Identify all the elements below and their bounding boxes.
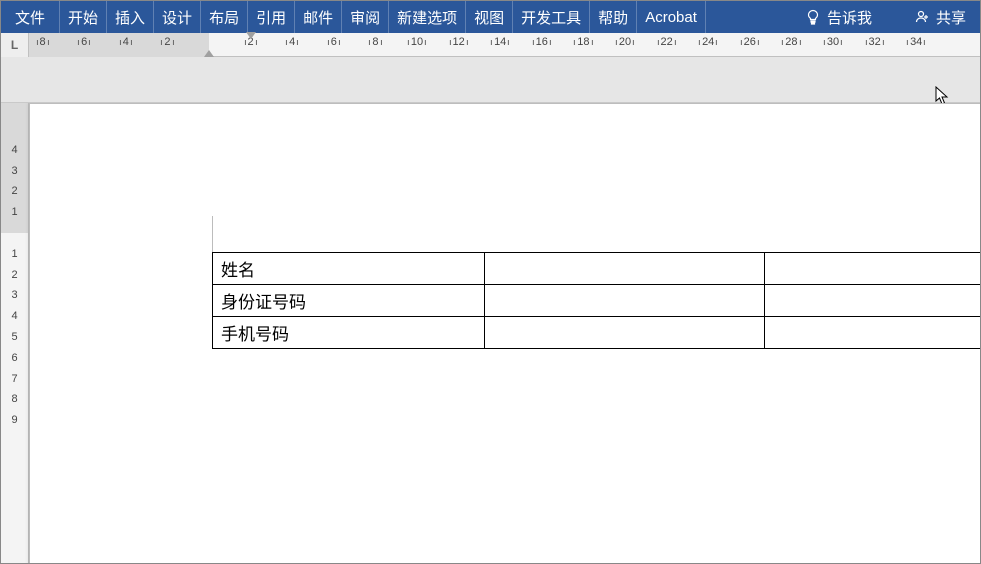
table-cell[interactable] — [485, 285, 765, 317]
ruler-area: L 8642246810121416182022242628303234 — [1, 33, 980, 103]
v-ruler-tick: 2 — [11, 185, 17, 197]
ribbon-tab-4[interactable]: 布局 — [201, 1, 248, 33]
lightbulb-icon — [805, 9, 821, 25]
table-cell[interactable]: 手机号码 — [213, 317, 485, 349]
v-ruler-tick: 1 — [11, 248, 17, 260]
table-row[interactable]: 姓名 — [213, 253, 981, 285]
h-ruler-tick: 14 — [489, 36, 511, 48]
page-area: 姓名身份证号码手机号码 — [29, 103, 980, 563]
h-ruler-tick: 26 — [739, 36, 761, 48]
h-ruler-tick: 16 — [531, 36, 553, 48]
h-ruler-tick: 2 — [159, 36, 175, 48]
person-share-icon — [914, 9, 930, 25]
h-ruler-tick: 8 — [367, 36, 383, 48]
hanging-indent-marker[interactable] — [204, 50, 214, 57]
h-ruler-tick: 28 — [780, 36, 802, 48]
h-ruler-tick: 22 — [655, 36, 677, 48]
ribbon-tab-0[interactable]: 文件 — [1, 1, 60, 33]
v-ruler-tick: 9 — [11, 414, 17, 426]
h-ruler-tick: 34 — [905, 36, 927, 48]
document-table[interactable]: 姓名身份证号码手机号码 — [212, 252, 980, 349]
ribbon-tab-11[interactable]: 帮助 — [590, 1, 637, 33]
workspace: 4 3 2 1 1 2 3 4 5 6 7 8 9 姓名身份证号码手机号码 — [1, 103, 980, 563]
tell-me[interactable]: 告诉我 — [795, 1, 882, 33]
h-ruler-tick: 8 — [35, 36, 51, 48]
table-cell[interactable] — [765, 253, 981, 285]
h-ruler-tick: 20 — [614, 36, 636, 48]
v-ruler-tick: 8 — [11, 393, 17, 405]
table-row[interactable]: 身份证号码 — [213, 285, 981, 317]
ribbon-tab-7[interactable]: 审阅 — [342, 1, 389, 33]
v-ruler-tick: 6 — [11, 352, 17, 364]
table-cell[interactable] — [485, 253, 765, 285]
h-ruler-tick: 6 — [326, 36, 342, 48]
ribbon-tabs: 文件开始插入设计布局引用邮件审阅新建选项视图开发工具帮助Acrobat 告诉我共享 — [1, 1, 980, 33]
v-ruler-tick: 3 — [11, 289, 17, 301]
table-row[interactable]: 手机号码 — [213, 317, 981, 349]
v-ruler-tick: 5 — [11, 331, 17, 343]
table-cell[interactable]: 姓名 — [213, 253, 485, 285]
ribbon-tab-1[interactable]: 开始 — [60, 1, 107, 33]
v-ruler-tick: 1 — [11, 206, 17, 218]
table-cell[interactable] — [485, 317, 765, 349]
h-ruler-tick: 12 — [447, 36, 469, 48]
ribbon-tab-12[interactable]: Acrobat — [637, 1, 706, 33]
v-ruler-tick: 7 — [11, 373, 17, 385]
document-page[interactable]: 姓名身份证号码手机号码 — [29, 103, 980, 563]
v-ruler-tick: 2 — [11, 269, 17, 281]
table-cell[interactable] — [765, 285, 981, 317]
v-ruler-tick: 3 — [11, 165, 17, 177]
ribbon-tab-9[interactable]: 视图 — [466, 1, 513, 33]
h-ruler-tick: 18 — [572, 36, 594, 48]
h-ruler-tick: 30 — [822, 36, 844, 48]
ruler-corner: L — [1, 33, 29, 57]
vertical-ruler[interactable]: 4 3 2 1 1 2 3 4 5 6 7 8 9 — [1, 103, 29, 563]
v-ruler-tick: 4 — [11, 310, 17, 322]
ribbon-tab-10[interactable]: 开发工具 — [513, 1, 590, 33]
table-anchor-line — [212, 216, 213, 252]
first-line-indent-marker[interactable] — [246, 32, 256, 39]
ribbon-tab-2[interactable]: 插入 — [107, 1, 154, 33]
table-cell[interactable]: 身份证号码 — [213, 285, 485, 317]
h-ruler-tick: 4 — [118, 36, 134, 48]
h-ruler-tick: 10 — [406, 36, 428, 48]
h-ruler-tick: 6 — [76, 36, 92, 48]
ribbon-tab-5[interactable]: 引用 — [248, 1, 295, 33]
table-cell[interactable] — [765, 317, 981, 349]
h-ruler-tick: 24 — [697, 36, 719, 48]
h-ruler-tick: 32 — [863, 36, 885, 48]
horizontal-ruler[interactable]: L 8642246810121416182022242628303234 — [1, 33, 980, 57]
v-ruler-tick: 4 — [11, 144, 17, 156]
ribbon-tab-8[interactable]: 新建选项 — [389, 1, 466, 33]
ribbon-tab-6[interactable]: 邮件 — [295, 1, 342, 33]
share-button[interactable]: 共享 — [904, 1, 980, 33]
ribbon-tab-3[interactable]: 设计 — [154, 1, 201, 33]
h-ruler-tick: 4 — [284, 36, 300, 48]
app-window: 文件开始插入设计布局引用邮件审阅新建选项视图开发工具帮助Acrobat 告诉我共享… — [0, 0, 981, 564]
